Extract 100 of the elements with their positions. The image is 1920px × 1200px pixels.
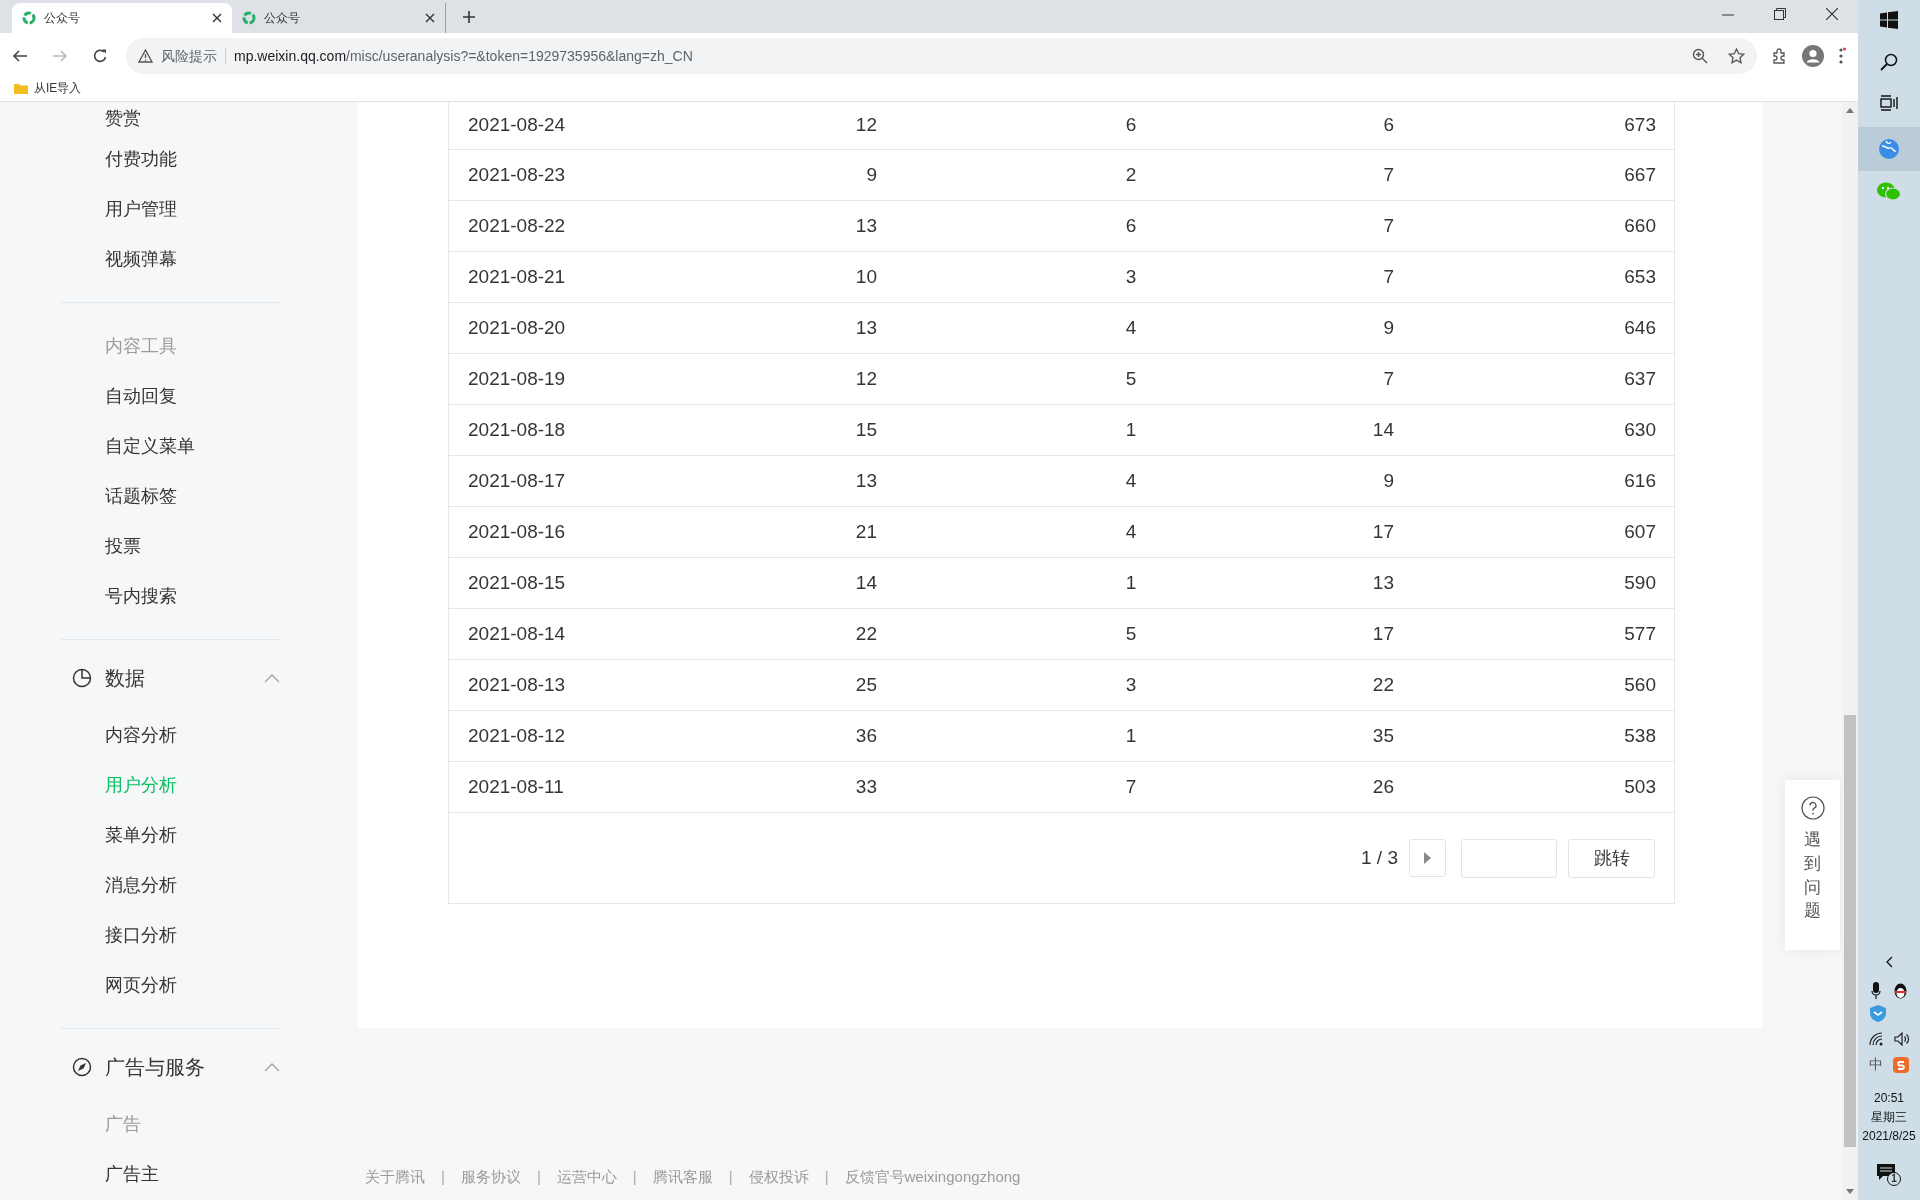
volume-icon[interactable] — [1893, 1032, 1910, 1046]
back-icon[interactable] — [12, 48, 28, 64]
sidebar-item[interactable]: 内容分析 — [105, 721, 177, 749]
table-cell-text: 2021-08-16 — [467, 519, 567, 544]
table-cell-text: 2021-08-14 — [467, 621, 567, 646]
sidebar-item[interactable]: 自动回复 — [105, 382, 177, 410]
notification-icon[interactable] — [1877, 1164, 1895, 1180]
table-cell-text: 503 — [1623, 774, 1656, 799]
table-cell-text: 13 — [854, 315, 877, 340]
table-cell-text: 667 — [1623, 162, 1656, 187]
sidebar-item[interactable]: 菜单分析 — [105, 821, 177, 849]
table-cell-text: 14 — [854, 570, 877, 595]
table-cell-text: 6 — [1382, 113, 1394, 138]
notification-count: 1 — [1887, 1172, 1901, 1186]
table-cell-text: 15 — [854, 417, 877, 442]
separator: | — [535, 1167, 542, 1187]
page-number-field[interactable] — [1461, 838, 1557, 878]
new-tab-icon[interactable] — [462, 10, 476, 24]
table-cell-text: 36 — [854, 723, 877, 748]
reload-icon[interactable] — [92, 48, 108, 64]
network-icon[interactable] — [1868, 1032, 1884, 1046]
profile-icon[interactable] — [1802, 45, 1824, 67]
extensions-icon[interactable] — [1771, 47, 1788, 65]
next-page-button[interactable] — [1409, 839, 1446, 877]
close-tab-icon[interactable] — [425, 13, 435, 23]
sidebar-item[interactable]: 自定义菜单 — [105, 432, 195, 460]
sidebar-item[interactable]: 赞赏 — [105, 104, 141, 132]
pie-chart-icon — [72, 668, 92, 688]
menu-group-label: 广告 — [105, 1112, 141, 1136]
warning-icon — [138, 49, 153, 63]
clock-date: 2021/8/25 — [1862, 1128, 1916, 1145]
penguin-icon[interactable] — [1892, 982, 1908, 999]
table-cell-text: 12 — [854, 113, 877, 138]
table-cell-text: 6 — [1124, 213, 1138, 238]
table-cell-text: 2021-08-13 — [467, 672, 567, 697]
help-widget[interactable]: 遇到问题 — [1785, 780, 1840, 950]
close-tab-icon[interactable] — [212, 13, 222, 23]
separator: | — [823, 1167, 830, 1187]
sidebar-item[interactable]: 付费功能 — [105, 145, 177, 173]
triangle-right-icon — [1424, 852, 1431, 864]
table-cell-text: 5 — [1124, 366, 1138, 391]
clock[interactable]: 20:51 星期三 2021/8/25 — [1862, 1089, 1916, 1146]
table-cell-text: 7 — [1382, 162, 1394, 187]
table-cell-text: 660 — [1623, 213, 1656, 238]
input-method-indicator[interactable]: 中 — [1869, 1054, 1883, 1075]
table-cell-text: 2021-08-21 — [467, 264, 567, 289]
search-icon[interactable] — [1880, 53, 1898, 71]
table-cell-text: 25 — [854, 672, 877, 697]
page-scrollbar[interactable] — [1842, 102, 1858, 1200]
restore-icon[interactable] — [1774, 8, 1786, 20]
jump-button[interactable]: 跳转 — [1568, 838, 1655, 878]
table-cell-text: 2021-08-18 — [467, 417, 567, 442]
table-cell-text: 2021-08-12 — [467, 723, 567, 748]
sidebar-item[interactable]: 网页分析 — [105, 971, 177, 999]
table-cell-text: 607 — [1623, 519, 1656, 544]
address-bar[interactable]: 风险提示 mp.weixin.qq.com/misc/useranalysis?=&token=1929735956&lang=zh_CN — [126, 38, 1757, 74]
shield-icon[interactable] — [1870, 1005, 1886, 1022]
task-view-icon[interactable] — [1880, 95, 1898, 111]
table-cell-text: 14 — [1371, 417, 1394, 442]
sidebar-item[interactable]: 视频弹幕 — [105, 245, 177, 273]
table-cell-text: 22 — [854, 621, 877, 646]
menu-group-label: 内容工具 — [105, 334, 177, 358]
zoom-icon[interactable] — [1692, 48, 1708, 64]
clock-time: 20:51 — [1873, 1090, 1904, 1107]
table-cell-text: 2021-08-11 — [467, 774, 565, 799]
close-icon[interactable] — [1826, 8, 1838, 20]
chevron-left-icon[interactable] — [1885, 956, 1893, 968]
menu-icon[interactable] — [1838, 47, 1846, 65]
url-text: mp.weixin.qq.com/misc/useranalysis?=&token=1929735956&lang=zh_CN — [234, 46, 693, 66]
table-cell-text: 7 — [1382, 213, 1394, 238]
sidebar-item[interactable]: 接口分析 — [105, 921, 177, 949]
security-warning[interactable]: 风险提示 — [161, 45, 217, 67]
sidebar-item[interactable]: 用户管理 — [105, 195, 177, 223]
table-cell-text: 21 — [854, 519, 877, 544]
browser-tab[interactable]: 公众号 — [12, 3, 232, 33]
table-cell-text: 673 — [1623, 113, 1656, 138]
scroll-up-icon[interactable] — [1846, 108, 1854, 113]
sidebar-item[interactable]: 广告主 — [105, 1160, 159, 1188]
sidebar-item[interactable]: 号内搜索 — [105, 582, 177, 610]
table-cell-text: 4 — [1124, 519, 1138, 544]
table-cell-text: 637 — [1623, 366, 1656, 391]
bookmark-star-icon[interactable] — [1728, 47, 1745, 65]
sidebar-item[interactable]: 投票 — [105, 532, 141, 560]
sogou-s-icon[interactable] — [1893, 1056, 1909, 1073]
section-title[interactable]: 广告与服务 — [105, 1052, 264, 1082]
microphone-icon[interactable] — [1870, 982, 1881, 999]
table-cell-text: 1 — [1124, 723, 1138, 748]
scroll-down-icon[interactable] — [1846, 1189, 1854, 1194]
table-cell-text: 590 — [1623, 570, 1656, 595]
table-cell-text: 2021-08-19 — [467, 366, 567, 391]
section-title[interactable]: 数据 — [105, 663, 264, 693]
separator: | — [727, 1167, 734, 1187]
bookmark[interactable]: 从IE导入 — [14, 79, 82, 97]
windows-start-icon[interactable] — [1880, 11, 1898, 29]
table-cell-text: 2021-08-17 — [467, 468, 567, 493]
table-cell-text: 17 — [1371, 519, 1394, 544]
site-logo-icon — [22, 11, 36, 25]
sidebar-item[interactable]: 消息分析 — [105, 871, 177, 899]
table-cell-text: 2 — [1124, 162, 1138, 187]
sidebar-item[interactable]: 话题标签 — [105, 482, 177, 510]
